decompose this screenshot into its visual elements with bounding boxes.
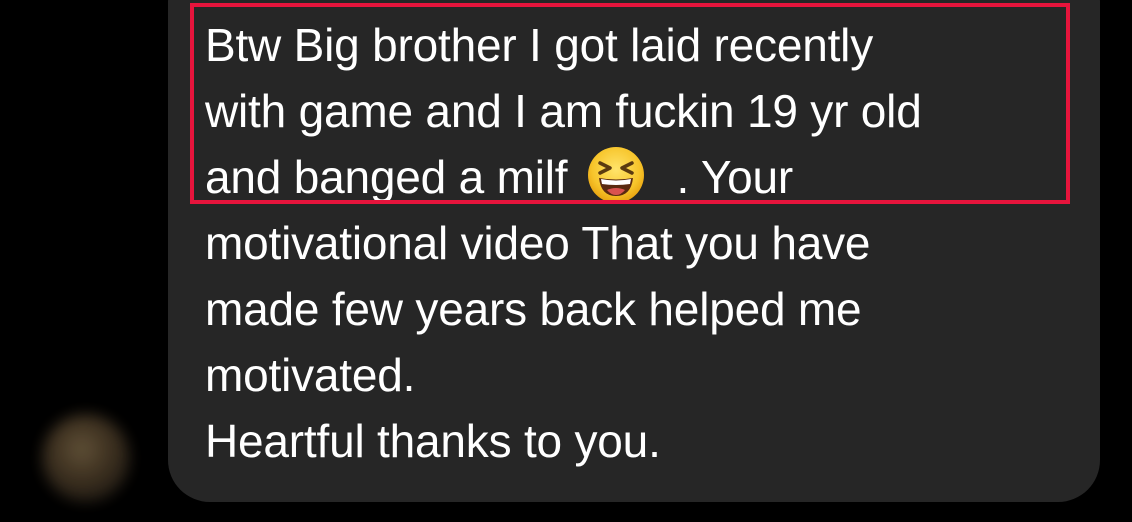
message-text: Btw Big brother I got laid recently with… xyxy=(205,12,1085,474)
message-line-3: and banged a milf . Your xyxy=(205,144,1085,210)
sender-avatar[interactable] xyxy=(42,414,130,502)
message-line-6: motivated. xyxy=(205,349,416,401)
message-line-3-text: and banged a milf xyxy=(205,151,568,203)
message-line-3-tail: . Your xyxy=(676,151,794,203)
message-line-1: Btw Big brother I got laid recently xyxy=(205,19,873,71)
grinning-squinting-face-icon xyxy=(587,147,644,203)
message-line-4: motivational video That you have xyxy=(205,217,871,269)
message-line-2: with game and I am fuckin 19 yr old xyxy=(205,85,922,137)
message-line-5: made few years back helped me xyxy=(205,283,862,335)
message-line-7: Heartful thanks to you. xyxy=(205,415,661,467)
